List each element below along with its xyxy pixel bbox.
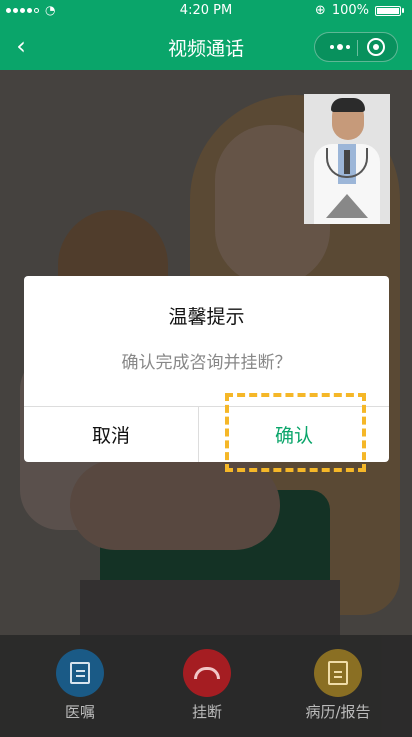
orientation-lock-icon: ⊕ <box>314 3 326 18</box>
medical-advice-button[interactable]: 医嘱 <box>25 649 135 729</box>
confirm-dialog: 温馨提示 确认完成咨询并挂断？ 取消 确认 <box>24 276 389 462</box>
mini-program-capsule <box>314 32 398 62</box>
action-label: 病历/报告 <box>305 703 371 721</box>
local-video-preview[interactable] <box>304 94 390 224</box>
nav-bar: ‹ 视频通话 <box>0 22 412 70</box>
hang-up-button[interactable]: 挂断 <box>152 649 262 729</box>
dialog-message: 确认完成咨询并挂断？ <box>121 353 292 373</box>
status-bar: ◔ 4:20 PM ⊕ 100% <box>0 0 412 22</box>
hangup-icon <box>194 667 220 679</box>
dialog-title: 温馨提示 <box>168 306 245 328</box>
notes-icon <box>70 662 90 684</box>
report-icon <box>328 661 348 685</box>
battery-icon <box>375 5 401 16</box>
confirm-button[interactable]: 确认 <box>199 407 389 462</box>
more-button[interactable] <box>325 39 355 55</box>
call-action-bar: 医嘱 挂断 病历/报告 <box>0 635 412 737</box>
more-icon <box>330 45 334 49</box>
records-report-button[interactable]: 病历/报告 <box>283 649 393 729</box>
close-mini-program-button[interactable] <box>367 38 385 56</box>
action-label: 医嘱 <box>64 703 95 721</box>
action-label: 挂断 <box>191 703 222 721</box>
battery-percent: 100% <box>331 3 369 18</box>
cancel-button[interactable]: 取消 <box>24 407 198 462</box>
battery-group: ⊕ 100% <box>315 3 404 18</box>
